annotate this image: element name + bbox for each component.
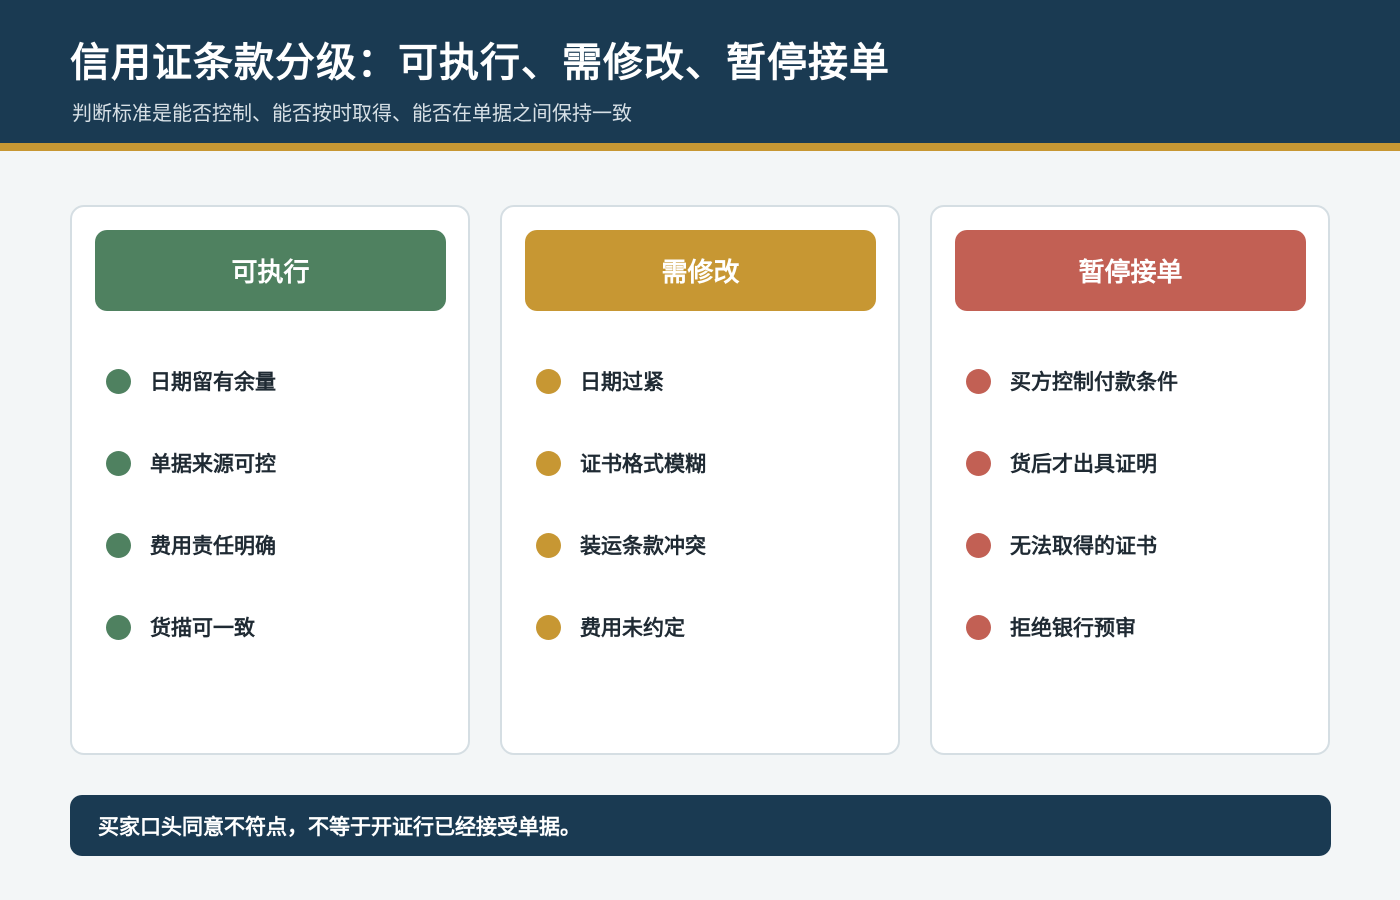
list-item-label: 单据来源可控 xyxy=(150,452,276,476)
bullet-dot-icon xyxy=(966,368,991,394)
list-item-label: 货后才出具证明 xyxy=(1010,452,1157,476)
list-item-label: 买方控制付款条件 xyxy=(1010,370,1178,394)
list-item: 日期过紧 xyxy=(536,367,664,395)
list-item: 货后才出具证明 xyxy=(966,449,1157,477)
list-item-label: 无法取得的证书 xyxy=(1010,534,1157,558)
bullet-dot-icon xyxy=(966,532,991,558)
list-item: 单据来源可控 xyxy=(106,449,276,477)
list-item-label: 日期留有余量 xyxy=(150,370,276,394)
bullet-dot-icon xyxy=(966,450,991,476)
list-item-label: 拒绝银行预审 xyxy=(1010,616,1136,640)
footer-note: 买家口头同意不符点，不等于开证行已经接受单据。 xyxy=(70,795,1331,856)
card-header-executable: 可执行 xyxy=(95,230,446,311)
bullet-dot-icon xyxy=(966,614,991,640)
card-needs-revision: 需修改 日期过紧 证书格式模糊 装运条款冲突 费用未约定 xyxy=(500,205,900,755)
list-item-label: 证书格式模糊 xyxy=(580,452,706,476)
list-item-label: 货描可一致 xyxy=(150,616,255,640)
list-item-label: 日期过紧 xyxy=(580,370,664,394)
bullet-dot-icon xyxy=(536,368,561,394)
page-title: 信用证条款分级：可执行、需修改、暂停接单 xyxy=(70,40,890,86)
list-item: 日期留有余量 xyxy=(106,367,276,395)
bullet-dot-icon xyxy=(536,532,561,558)
card-executable: 可执行 日期留有余量 单据来源可控 费用责任明确 货描可一致 xyxy=(70,205,470,755)
list-item: 费用责任明确 xyxy=(106,531,276,559)
bullet-dot-icon xyxy=(536,450,561,476)
list-item-label: 费用责任明确 xyxy=(150,534,276,558)
bullet-dot-icon xyxy=(106,532,131,558)
page-subtitle: 判断标准是能否控制、能否按时取得、能否在单据之间保持一致 xyxy=(72,101,632,125)
header: 信用证条款分级：可执行、需修改、暂停接单 判断标准是能否控制、能否按时取得、能否… xyxy=(0,0,1400,143)
list-item-label: 费用未约定 xyxy=(580,616,685,640)
bullet-dot-icon xyxy=(106,450,131,476)
bullet-dot-icon xyxy=(106,368,131,394)
card-suspend-orders: 暂停接单 买方控制付款条件 货后才出具证明 无法取得的证书 拒绝银行预审 xyxy=(930,205,1330,755)
card-header-suspend-orders: 暂停接单 xyxy=(955,230,1306,311)
list-item: 费用未约定 xyxy=(536,613,685,641)
card-header-needs-revision: 需修改 xyxy=(525,230,876,311)
list-item: 装运条款冲突 xyxy=(536,531,706,559)
list-item: 货描可一致 xyxy=(106,613,255,641)
list-item: 买方控制付款条件 xyxy=(966,367,1178,395)
list-item-label: 装运条款冲突 xyxy=(580,534,706,558)
bullet-dot-icon xyxy=(106,614,131,640)
list-item: 拒绝银行预审 xyxy=(966,613,1136,641)
list-item: 证书格式模糊 xyxy=(536,449,706,477)
list-item: 无法取得的证书 xyxy=(966,531,1157,559)
header-accent-bar xyxy=(0,143,1400,151)
bullet-dot-icon xyxy=(536,614,561,640)
